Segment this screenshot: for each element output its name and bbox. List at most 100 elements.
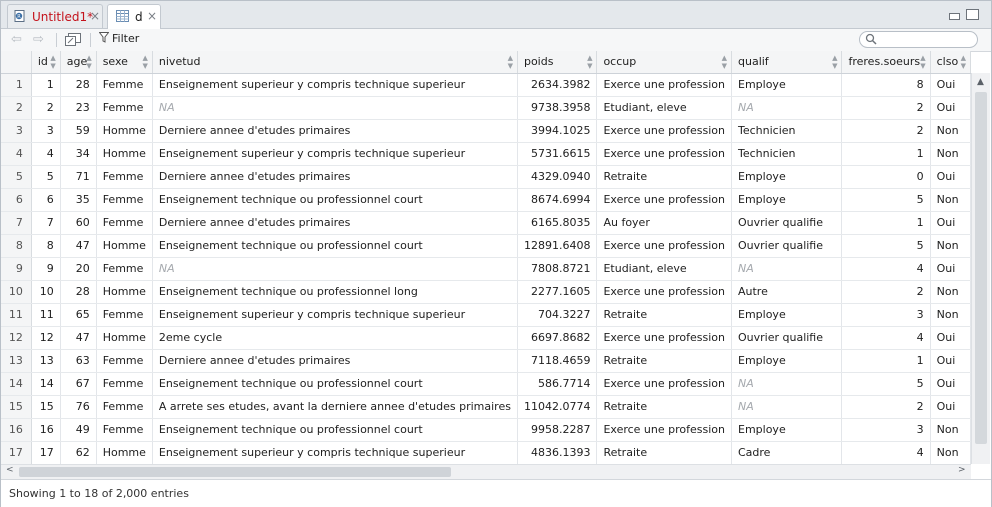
table-cell: Exerce une profession bbox=[596, 119, 732, 143]
sort-icon[interactable]: ▲ ▼ bbox=[143, 54, 148, 70]
column-header-label: clso bbox=[936, 55, 959, 69]
vertical-scrollbar[interactable]: ▲ bbox=[971, 73, 990, 464]
table-cell: Retraite bbox=[596, 303, 732, 327]
table-cell: 35 bbox=[60, 188, 97, 212]
row-number-header[interactable] bbox=[1, 51, 32, 74]
table-row[interactable]: 10 10 28 Homme Enseignement technique ou pro… bbox=[1, 280, 971, 304]
column-header-label: nivetud bbox=[158, 55, 201, 69]
column-header[interactable]: occup ▲ ▼ bbox=[596, 51, 732, 74]
table-cell: Enseignement superieur y compris techniq… bbox=[152, 441, 518, 464]
sort-icon[interactable]: ▲ ▼ bbox=[961, 54, 966, 70]
table-cell: Enseignement technique ou professionnel … bbox=[152, 418, 518, 442]
table-row[interactable]: 15 15 76 Femme A arrete ses etudes, avant la… bbox=[1, 395, 971, 419]
sort-icon[interactable]: ▲ ▼ bbox=[920, 54, 925, 70]
filter-button[interactable]: Filter bbox=[98, 32, 140, 45]
table-cell: 9958.2287 bbox=[517, 418, 598, 442]
sort-icon[interactable]: ▲ ▼ bbox=[508, 54, 513, 70]
column-header-label: freres.soeurs bbox=[848, 55, 921, 69]
table-cell: Employe bbox=[731, 165, 843, 189]
table-cell: Ouvrier qualifie bbox=[731, 211, 843, 235]
table-cell: 1 bbox=[31, 73, 61, 97]
table-cell: Retraite bbox=[596, 395, 732, 419]
table-cell: Retraite bbox=[596, 349, 732, 373]
column-header[interactable]: clso ▲ ▼ bbox=[930, 51, 971, 74]
table-cell: Derniere annee d'etudes primaires bbox=[152, 165, 518, 189]
table-cell: 28 bbox=[60, 280, 97, 304]
column-header[interactable]: qualif ▲ ▼ bbox=[731, 51, 843, 74]
table-row[interactable]: 17 17 62 Homme Enseignement superieur y comp… bbox=[1, 441, 971, 464]
table-row[interactable]: 12 12 47 Homme 2eme cycle 6697.8682 Exerce une… bbox=[1, 326, 971, 350]
entries-status: Showing 1 to 18 of 2,000 entries bbox=[9, 487, 189, 500]
table-row[interactable]: 6 6 35 Femme Enseignement technique ou profe… bbox=[1, 188, 971, 212]
column-header-label: occup bbox=[603, 55, 637, 69]
table-row[interactable]: 4 4 34 Homme Enseignement superieur y compri… bbox=[1, 142, 971, 166]
column-header[interactable]: poids ▲ ▼ bbox=[517, 51, 598, 74]
horizontal-scrollbar[interactable]: < > bbox=[1, 464, 971, 479]
column-header-label: qualif bbox=[738, 55, 769, 69]
scroll-up-icon[interactable]: ▲ bbox=[977, 77, 984, 87]
row-number: 10 bbox=[1, 280, 32, 304]
table-row[interactable]: 2 2 23 Femme NA 9738.3958 Etudiant, eleve NA 2 Ou… bbox=[1, 96, 971, 120]
table-cell: 2 bbox=[841, 119, 931, 143]
table-cell: Femme bbox=[96, 96, 153, 120]
horizontal-scroll-thumb[interactable] bbox=[19, 467, 451, 477]
table-cell: 49 bbox=[60, 418, 97, 442]
table-cell: Homme bbox=[96, 142, 153, 166]
table-cell: A arrete ses etudes, avant la derniere a… bbox=[152, 395, 518, 419]
column-header[interactable]: freres.soeurs ▲ ▼ bbox=[841, 51, 931, 74]
table-cell: Technicien bbox=[731, 119, 843, 143]
table-row[interactable]: 5 5 71 Femme Derniere annee d'etudes primair… bbox=[1, 165, 971, 189]
tab-d[interactable]: d × bbox=[107, 4, 161, 29]
table-cell: 8674.6994 bbox=[517, 188, 598, 212]
sort-icon[interactable]: ▲ ▼ bbox=[86, 54, 91, 70]
table-cell: 63 bbox=[60, 349, 97, 373]
search-input[interactable] bbox=[880, 33, 974, 46]
table-row[interactable]: 14 14 67 Femme Enseignement technique ou pro… bbox=[1, 372, 971, 396]
maximize-icon[interactable] bbox=[966, 9, 979, 20]
table-cell: Non bbox=[930, 234, 971, 258]
open-in-window-icon[interactable] bbox=[65, 33, 81, 46]
table-cell: 1 bbox=[841, 142, 931, 166]
sort-icon[interactable]: ▲ ▼ bbox=[722, 54, 727, 70]
row-number: 9 bbox=[1, 257, 32, 281]
close-icon[interactable]: × bbox=[90, 9, 100, 23]
column-header[interactable]: age ▲ ▼ bbox=[60, 51, 97, 74]
filter-label: Filter bbox=[112, 32, 140, 45]
table-cell: Exerce une profession bbox=[596, 372, 732, 396]
table-row[interactable]: 11 11 65 Femme Enseignement superieur y comp… bbox=[1, 303, 971, 327]
table-cell: 2eme cycle bbox=[152, 326, 518, 350]
column-header[interactable]: sexe ▲ ▼ bbox=[96, 51, 153, 74]
table-cell: Enseignement technique ou professionnel … bbox=[152, 280, 518, 304]
table-row[interactable]: 7 7 60 Femme Derniere annee d'etudes primair… bbox=[1, 211, 971, 235]
table-row[interactable]: 9 9 20 Femme NA 7808.8721 Etudiant, eleve NA 4 Ou… bbox=[1, 257, 971, 281]
table-cell: 5731.6615 bbox=[517, 142, 598, 166]
forward-arrow-icon[interactable]: ⇨ bbox=[33, 32, 44, 47]
tab-untitled1[interactable]: R Untitled1* × bbox=[7, 4, 103, 28]
table-cell: Employe bbox=[731, 418, 843, 442]
sort-icon[interactable]: ▲ ▼ bbox=[587, 54, 592, 70]
sort-icon[interactable]: ▲ ▼ bbox=[50, 54, 55, 70]
table-cell: Femme bbox=[96, 418, 153, 442]
table-cell: 15 bbox=[31, 395, 61, 419]
row-number: 15 bbox=[1, 395, 32, 419]
column-header[interactable]: nivetud ▲ ▼ bbox=[152, 51, 518, 74]
tab-label: d bbox=[135, 10, 143, 24]
scroll-left-icon[interactable]: < bbox=[6, 465, 14, 475]
vertical-scroll-thumb[interactable] bbox=[975, 92, 987, 444]
table-cell: Derniere annee d'etudes primaires bbox=[152, 349, 518, 373]
minimize-icon[interactable] bbox=[949, 13, 960, 20]
back-arrow-icon[interactable]: ⇦ bbox=[11, 32, 22, 47]
table-cell: 5 bbox=[841, 188, 931, 212]
table-row[interactable]: 16 16 49 Femme Enseignement technique ou pro… bbox=[1, 418, 971, 442]
table-row[interactable]: 8 8 47 Homme Enseignement technique ou profe… bbox=[1, 234, 971, 258]
table-cell: 16 bbox=[31, 418, 61, 442]
sort-icon[interactable]: ▲ ▼ bbox=[832, 54, 837, 70]
search-box[interactable] bbox=[859, 31, 978, 48]
column-header[interactable]: id ▲ ▼ bbox=[31, 51, 61, 74]
table-row[interactable]: 3 3 59 Homme Derniere annee d'etudes primair… bbox=[1, 119, 971, 143]
close-icon[interactable]: × bbox=[147, 9, 157, 23]
table-row[interactable]: 13 13 63 Femme Derniere annee d'etudes prima… bbox=[1, 349, 971, 373]
table-row[interactable]: 1 1 28 Femme Enseignement superieur y compri… bbox=[1, 73, 971, 97]
scroll-right-icon[interactable]: > bbox=[958, 465, 966, 475]
column-header-label: age bbox=[66, 55, 88, 69]
